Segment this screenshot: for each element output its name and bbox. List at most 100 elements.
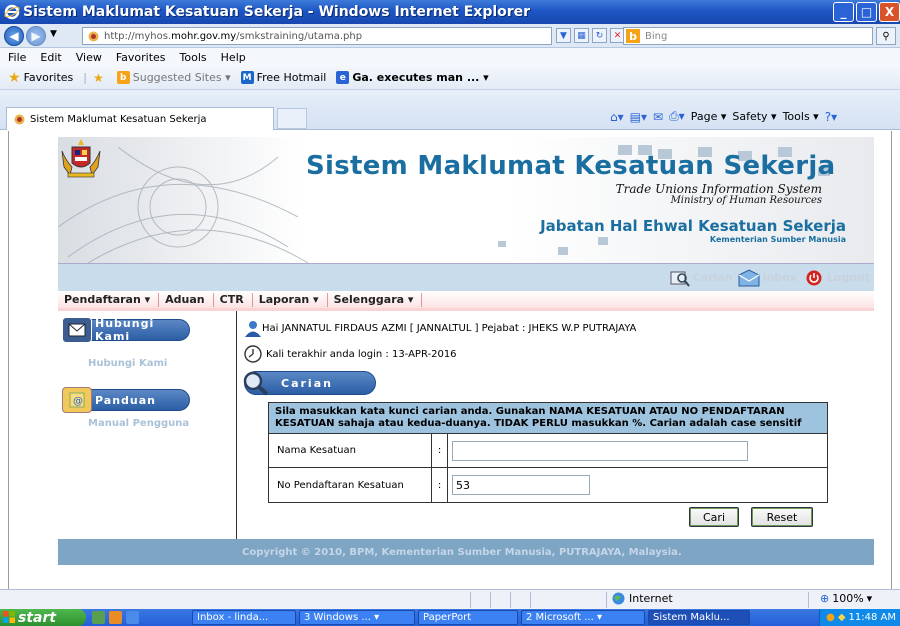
status-divider xyxy=(490,592,491,608)
menu-help[interactable]: Help xyxy=(221,51,246,64)
maximize-button[interactable]: □ xyxy=(856,2,877,22)
cari-button[interactable]: Cari xyxy=(689,507,739,527)
hubungi-kami-link[interactable]: Hubungi Kami xyxy=(88,358,167,369)
nama-kesatuan-label: Nama Kesatuan xyxy=(269,434,432,467)
tab-sistem-maklumat[interactable]: Sistem Maklumat Kesatuan Sekerja xyxy=(6,107,274,130)
site-footer: Copyright © 2010, BPM, Kementerian Sumbe… xyxy=(58,539,874,565)
inbox-link[interactable]: Inbox xyxy=(738,268,797,287)
feeds-icon[interactable]: ▤▾ xyxy=(630,110,647,124)
search-icon[interactable]: ⚲ xyxy=(876,27,896,45)
form-buttons: Cari Reset xyxy=(689,507,813,527)
tray-app-icon[interactable]: ● xyxy=(826,612,835,623)
help-icon[interactable]: ?▾ xyxy=(825,110,837,124)
nav-selenggara[interactable]: Selenggara ▾ xyxy=(334,293,414,306)
power-icon xyxy=(803,269,825,287)
field-cell xyxy=(448,434,827,467)
nama-kesatuan-input[interactable] xyxy=(452,440,748,461)
status-divider xyxy=(530,592,531,608)
menu-file[interactable]: File xyxy=(8,51,26,64)
quicklaunch-app-icon[interactable] xyxy=(92,611,105,624)
search-input[interactable]: b Bing xyxy=(623,27,873,45)
site-container: Sistem Maklumat Kesatuan Sekerja Trade U… xyxy=(58,137,874,565)
page-body: Hubungi Kami Hubungi Kami Panduan @ Manu… xyxy=(58,311,874,539)
reset-button[interactable]: Reset xyxy=(751,507,813,527)
taskbar-paperport[interactable]: PaperPort xyxy=(418,610,518,625)
window-title: Sistem Maklumat Kesatuan Sekerja - Windo… xyxy=(23,4,531,20)
nav-separator xyxy=(421,292,423,307)
status-divider xyxy=(510,592,511,608)
start-label: start xyxy=(18,609,57,626)
taskbar-outlook[interactable]: Inbox - linda... xyxy=(192,610,296,625)
windows-logo-icon xyxy=(3,611,15,623)
minimize-button[interactable]: _ xyxy=(833,2,854,22)
favorite-suggested-sites[interactable]: b Suggested Sites ▾ xyxy=(116,71,231,84)
field-cell xyxy=(448,468,827,502)
taskbar-windows-group[interactable]: 3 Windows ... ▾ xyxy=(299,610,415,625)
banner-department: Jabatan Hal Ehwal Kesatuan Sekerja xyxy=(540,217,846,235)
nav-ctr[interactable]: CTR xyxy=(220,293,244,306)
user-icon xyxy=(245,321,261,337)
clock-icon xyxy=(244,345,262,363)
menu-favorites[interactable]: Favorites xyxy=(116,51,166,64)
add-favorite-icon[interactable]: ★ xyxy=(93,71,104,85)
nav-laporan[interactable]: Laporan ▾ xyxy=(259,293,319,306)
history-dropdown-icon[interactable]: ▼ xyxy=(50,29,57,39)
quicklaunch-ie-icon[interactable] xyxy=(126,611,139,624)
favorite-news-item[interactable]: e Ga. executes man ... ▾ xyxy=(336,71,489,84)
favorite-free-hotmail[interactable]: M Free Hotmail xyxy=(240,71,326,84)
tray-security-icon[interactable]: ◆ xyxy=(838,612,846,623)
url-dropdown-icon[interactable]: ▼ xyxy=(556,28,571,43)
search-placeholder: Bing xyxy=(645,30,668,42)
sidebar: Hubungi Kami Hubungi Kami Panduan @ Manu… xyxy=(58,311,236,539)
main-panel: Hai JANNATUL FIRDAUS AZMI [ JANNALTUL ] … xyxy=(238,311,874,539)
last-login-text: Kali terakhir anda login : 13-APR-2016 xyxy=(266,348,457,360)
site-banner: Sistem Maklumat Kesatuan Sekerja Trade U… xyxy=(58,137,874,263)
forward-button[interactable]: ▶ xyxy=(26,26,46,46)
nav-pendaftaran[interactable]: Pendaftaran ▾ xyxy=(64,293,150,306)
favorite-news-item-label: Ga. executes man ... ▾ xyxy=(352,71,489,84)
url-input[interactable]: http://myhos. mohr.gov.my/smkstraining/ut… xyxy=(82,27,552,45)
favorites-star-icon[interactable]: ★ xyxy=(8,70,21,86)
zoom-control[interactable]: ⊕ 100% ▾ xyxy=(820,592,872,605)
menu-edit[interactable]: Edit xyxy=(40,51,61,64)
print-icon[interactable]: ⎙▾ xyxy=(669,109,685,124)
zoom-level: 100% xyxy=(832,592,864,605)
window-title-bar: Sistem Maklumat Kesatuan Sekerja - Windo… xyxy=(0,0,900,24)
mail-icon[interactable]: ✉ xyxy=(653,110,663,124)
quicklaunch-browser-icon[interactable] xyxy=(109,611,122,624)
manual-pengguna-link[interactable]: Manual Pengguna xyxy=(88,418,189,429)
internet-explorer-icon xyxy=(4,4,20,20)
logout-link[interactable]: Logout xyxy=(803,269,870,287)
security-zone[interactable]: Internet xyxy=(612,592,673,605)
greeting-row: Hai JANNATUL FIRDAUS AZMI [ JANNALTUL ] … xyxy=(244,319,636,337)
taskbar-windows-group-label: 3 Windows ... ▾ xyxy=(304,612,380,623)
no-pendaftaran-input[interactable] xyxy=(452,475,590,495)
refresh-icon[interactable]: ↻ xyxy=(592,28,607,43)
back-button[interactable]: ◀ xyxy=(4,26,24,46)
banner-title: Sistem Maklumat Kesatuan Sekerja xyxy=(306,151,836,181)
safety-menu[interactable]: Safety ▾ xyxy=(732,110,776,123)
favorites-button[interactable]: Favorites xyxy=(24,71,74,84)
menu-view[interactable]: View xyxy=(76,51,102,64)
start-button[interactable]: start xyxy=(0,609,86,626)
close-button[interactable]: X xyxy=(879,2,900,22)
taskbar-sistem-maklumat[interactable]: Sistem Maklu... xyxy=(648,610,750,625)
zoom-icon: ⊕ xyxy=(820,592,830,605)
page-menu[interactable]: Page ▾ xyxy=(691,110,727,123)
tools-menu[interactable]: Tools ▾ xyxy=(783,110,819,123)
home-icon[interactable]: ⌂▾ xyxy=(610,110,624,124)
carian-link[interactable]: Carian xyxy=(669,269,733,287)
tab-title: Sistem Maklumat Kesatuan Sekerja xyxy=(30,113,207,125)
menu-tools[interactable]: Tools xyxy=(180,51,207,64)
compatibility-view-icon[interactable]: ▦ xyxy=(574,28,589,43)
carian-label: Carian xyxy=(692,271,733,284)
new-tab-button[interactable] xyxy=(277,108,307,129)
banner-ministry-ms: Kementerian Sumber Manusia xyxy=(709,235,846,244)
url-prefix: http://myhos. xyxy=(104,30,172,42)
taskbar-microsoft-group[interactable]: 2 Microsoft ... ▾ xyxy=(521,610,645,625)
status-divider xyxy=(470,592,471,608)
inbox-envelope-icon xyxy=(738,268,760,287)
magnifier-icon xyxy=(243,371,269,396)
nav-aduan[interactable]: Aduan xyxy=(165,293,204,306)
no-pendaftaran-label: No Pendaftaran Kesatuan xyxy=(269,468,432,502)
